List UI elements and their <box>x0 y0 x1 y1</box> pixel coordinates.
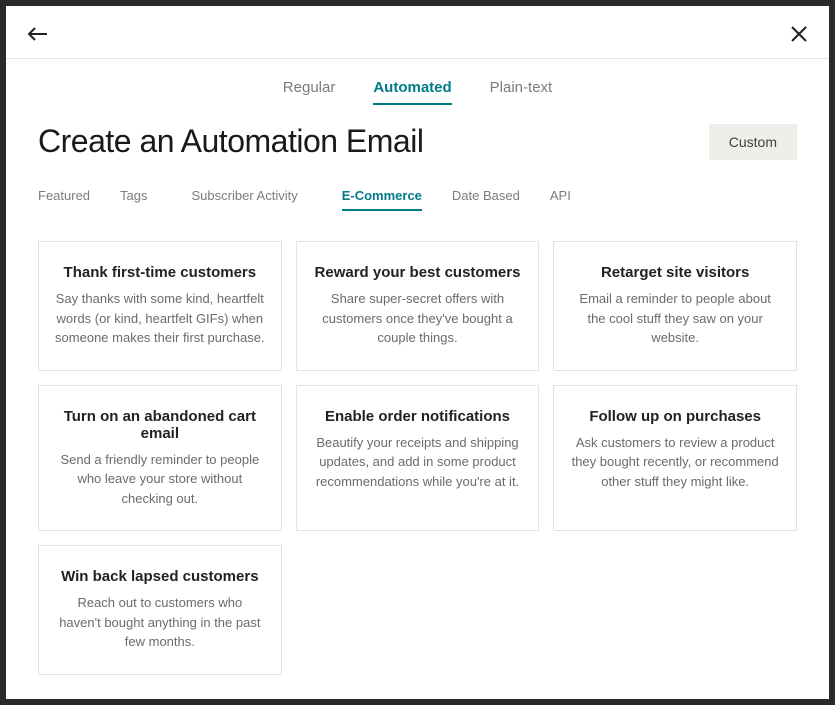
card-title: Enable order notifications <box>313 408 523 425</box>
card-title: Follow up on purchases <box>570 408 780 425</box>
page-title: Create an Automation Email <box>38 123 423 160</box>
tab-regular[interactable]: Regular <box>283 79 336 105</box>
sub-tabs: Featured Tags Subscriber Activity E-Comm… <box>38 188 797 211</box>
title-row: Create an Automation Email Custom <box>38 123 797 160</box>
subtab-subscriber-activity[interactable]: Subscriber Activity <box>192 188 298 211</box>
close-icon[interactable] <box>791 24 807 46</box>
card-abandoned-cart[interactable]: Turn on an abandoned cart email Send a f… <box>38 385 282 532</box>
card-title: Win back lapsed customers <box>55 568 265 585</box>
card-desc: Say thanks with some kind, heartfelt wor… <box>55 289 265 348</box>
card-desc: Share super-secret offers with customers… <box>313 289 523 348</box>
card-title: Turn on an abandoned cart email <box>55 408 265 442</box>
card-desc: Beautify your receipts and shipping upda… <box>313 433 523 492</box>
card-title: Thank first-time customers <box>55 264 265 281</box>
header-bar <box>6 6 829 58</box>
card-desc: Ask customers to review a product they b… <box>570 433 780 492</box>
tab-automated[interactable]: Automated <box>373 79 451 105</box>
subtab-featured[interactable]: Featured <box>38 188 90 211</box>
tab-plain-text[interactable]: Plain-text <box>490 79 553 105</box>
card-retarget-visitors[interactable]: Retarget site visitors Email a reminder … <box>553 241 797 371</box>
back-arrow-icon[interactable] <box>28 25 48 45</box>
card-desc: Email a reminder to people about the coo… <box>570 289 780 348</box>
card-reward-best-customers[interactable]: Reward your best customers Share super-s… <box>296 241 540 371</box>
top-tabs: Regular Automated Plain-text <box>6 59 829 105</box>
subtab-date-based[interactable]: Date Based <box>452 188 520 211</box>
custom-button[interactable]: Custom <box>709 124 797 160</box>
subtab-ecommerce[interactable]: E-Commerce <box>342 188 422 211</box>
card-desc: Send a friendly reminder to people who l… <box>55 450 265 509</box>
content-area: Create an Automation Email Custom Featur… <box>6 105 829 675</box>
card-title: Reward your best customers <box>313 264 523 281</box>
card-win-back-lapsed[interactable]: Win back lapsed customers Reach out to c… <box>38 545 282 675</box>
card-follow-up-purchases[interactable]: Follow up on purchases Ask customers to … <box>553 385 797 532</box>
card-grid: Thank first-time customers Say thanks wi… <box>38 241 797 675</box>
card-order-notifications[interactable]: Enable order notifications Beautify your… <box>296 385 540 532</box>
card-thank-first-time[interactable]: Thank first-time customers Say thanks wi… <box>38 241 282 371</box>
automation-modal: Regular Automated Plain-text Create an A… <box>6 6 829 699</box>
subtab-tags[interactable]: Tags <box>120 188 147 211</box>
card-title: Retarget site visitors <box>570 264 780 281</box>
subtab-api[interactable]: API <box>550 188 571 211</box>
card-desc: Reach out to customers who haven't bough… <box>55 593 265 652</box>
